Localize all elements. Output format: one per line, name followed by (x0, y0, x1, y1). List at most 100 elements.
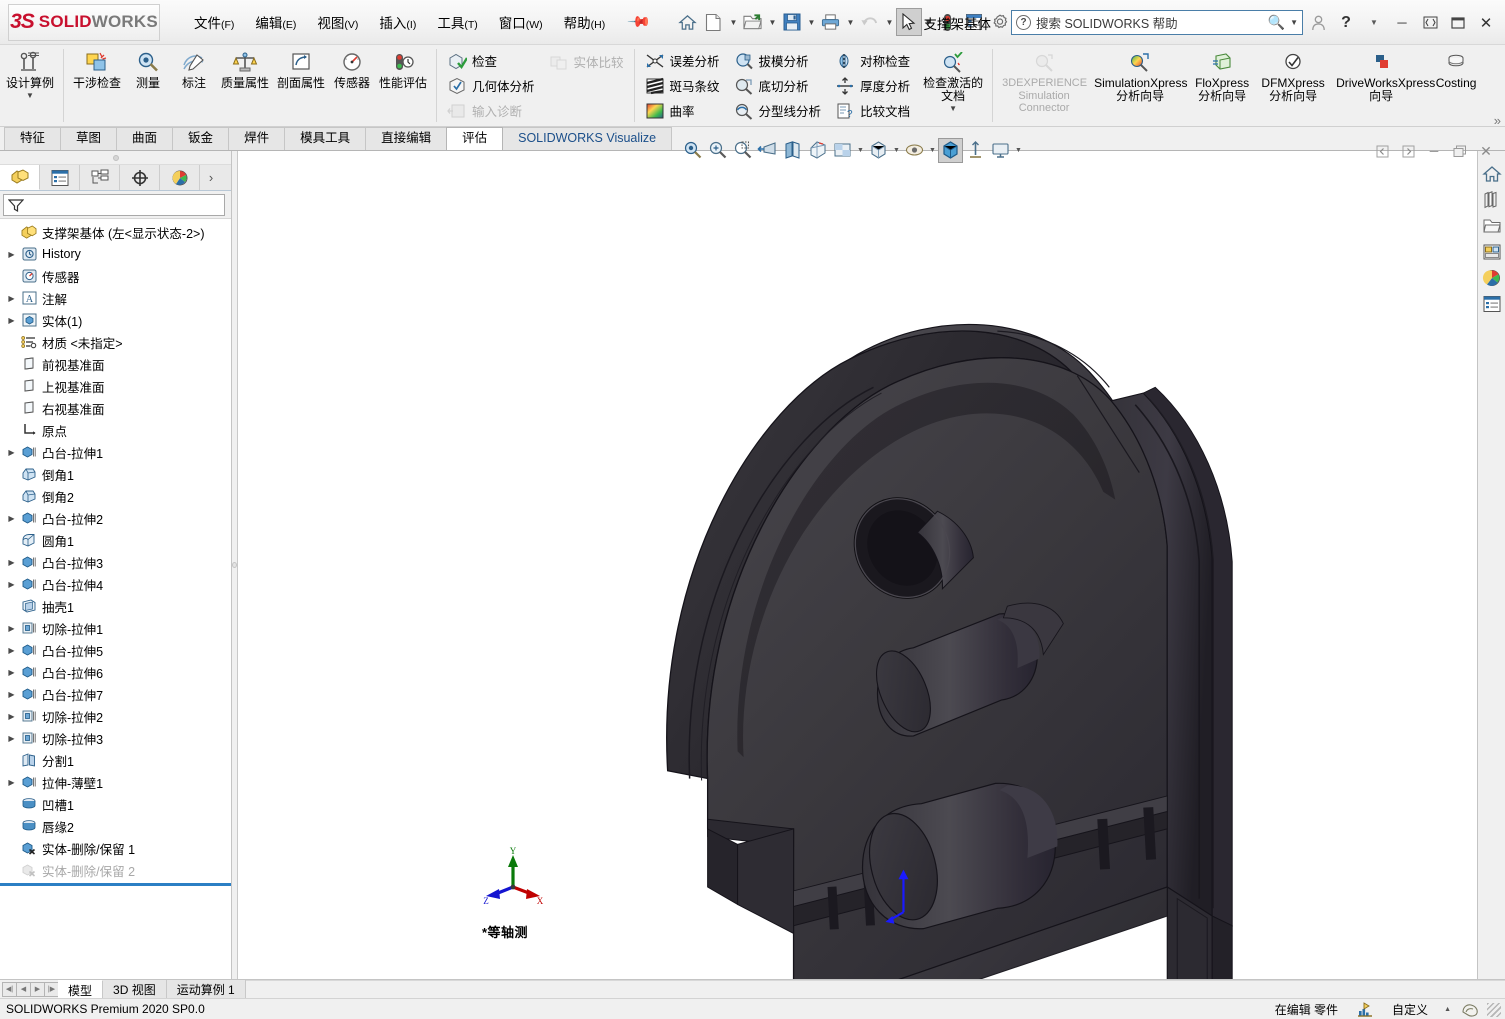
viewport-layout-icon[interactable] (988, 138, 1013, 163)
tab-3d-views[interactable]: 3D 视图 (103, 980, 167, 998)
design-library-icon[interactable] (1479, 187, 1505, 213)
tab-weldments[interactable]: 焊件 (228, 127, 286, 150)
tree-item-boss-extrude-6[interactable]: ▶ 凸台-拉伸6 (0, 661, 231, 683)
menu-edit[interactable]: 编辑(E) (245, 7, 306, 37)
deviation-analysis-button[interactable]: 误差分析 (641, 48, 724, 73)
tree-item-cut-extrude-3[interactable]: ▶ 切除-拉伸3 (0, 727, 231, 749)
check-active-document-caret-icon[interactable]: ▼ (949, 104, 957, 113)
last-tab-icon[interactable]: |▶ (44, 981, 59, 997)
zoom-to-area-icon[interactable] (705, 138, 730, 163)
interference-check-button[interactable]: 干涉检查 (69, 47, 125, 124)
tree-item-boss-extrude-3[interactable]: ▶ 凸台-拉伸3 (0, 551, 231, 573)
tree-expand-arrow[interactable]: ▶ (4, 668, 19, 677)
tree-item-boss-extrude-5[interactable]: ▶ 凸台-拉伸5 (0, 639, 231, 661)
tree-expand-arrow[interactable]: ▶ (4, 294, 19, 303)
restore-right-icon[interactable] (1397, 140, 1419, 162)
model-3d-render[interactable] (238, 151, 1477, 979)
previous-view-icon[interactable] (755, 138, 780, 163)
tab-motion-study[interactable]: 运动算例 1 (166, 980, 246, 998)
thickness-analysis-button[interactable]: 厚度分析 (831, 73, 914, 98)
tree-item-lip-2[interactable]: 唇缘2 (0, 815, 231, 837)
print-caret-icon[interactable]: ▼ (844, 8, 857, 36)
help-icon[interactable]: ? (1333, 9, 1359, 37)
tree-item-split-1[interactable]: 分割1 (0, 749, 231, 771)
new-document-icon[interactable] (701, 8, 727, 36)
tree-expand-arrow[interactable]: ▶ (4, 250, 19, 259)
import-diagnostics-button[interactable]: 输入诊断 (443, 98, 539, 123)
featuremanager-design-tree-tab[interactable] (0, 165, 40, 190)
status-custom-label[interactable]: 自定义 (1378, 1001, 1442, 1018)
ribbon-expand-icon[interactable]: » (1494, 113, 1501, 128)
undo-caret-icon[interactable]: ▼ (883, 8, 896, 36)
curvature-button[interactable]: 曲率 (641, 98, 724, 123)
dfmxpress-button[interactable]: DFMXpress 分析向导 (1254, 47, 1332, 124)
driveworksxpress-button[interactable]: DriveWorksXpress 向导 (1332, 47, 1435, 124)
home-icon[interactable] (675, 8, 701, 36)
save-icon[interactable] (779, 8, 805, 36)
file-explorer-icon[interactable] (1479, 213, 1505, 239)
3dexperience-simulation-connector-button[interactable]: 3DEXPERIENCE Simulation Connector (998, 47, 1090, 124)
resize-grip[interactable] (1487, 1002, 1501, 1017)
tree-expand-arrow[interactable]: ▶ (4, 734, 19, 743)
tree-item-boss-extrude-thin-1[interactable]: ▶ 拉伸-薄壁1 (0, 771, 231, 793)
tree-item-cut-extrude-2[interactable]: ▶ 切除-拉伸2 (0, 705, 231, 727)
tree-item-material[interactable]: 材质 <未指定> (0, 331, 231, 353)
symmetry-check-button[interactable]: 对称检查 (831, 48, 914, 73)
measure-button[interactable]: 测量 (125, 47, 171, 124)
mass-properties-button[interactable]: 质量属性 (217, 47, 273, 124)
search-input[interactable]: 搜索 SOLIDWORKS 帮助 (1036, 13, 1263, 32)
viewport-layout-caret-icon[interactable]: ▼ (1013, 138, 1024, 163)
first-tab-icon[interactable]: ◀| (2, 981, 17, 997)
status-custom-caret-icon[interactable]: ▲ (1442, 1006, 1457, 1013)
hide-show-items-caret-icon[interactable]: ▼ (927, 138, 938, 163)
next-tab-icon[interactable]: ▶ (30, 981, 45, 997)
draft-analysis-button[interactable]: 拔模分析 (730, 48, 826, 73)
property-manager-tab[interactable] (40, 165, 80, 190)
zoom-in-out-icon[interactable] (730, 138, 755, 163)
restore-window-button[interactable] (1417, 9, 1443, 37)
tree-item-delete-body-2[interactable]: 实体-删除/保留 2 (0, 859, 231, 881)
performance-evaluation-button[interactable]: 性能评估 (375, 47, 431, 124)
tree-item-boss-extrude-7[interactable]: ▶ 凸台-拉伸7 (0, 683, 231, 705)
tree-item-top-plane[interactable]: 上视基准面 (0, 375, 231, 397)
design-study-button[interactable]: 设计算例 ▼ (2, 47, 58, 124)
minimize-doc-icon[interactable]: ─ (1423, 140, 1445, 162)
check-active-document-button[interactable]: 检查激活的文档 ▼ (919, 47, 987, 124)
menu-view[interactable]: 视图(V) (307, 7, 368, 37)
user-account-icon[interactable] (1305, 9, 1331, 37)
search-box[interactable]: ? 搜索 SOLIDWORKS 帮助 🔍 ▼ (1011, 10, 1303, 35)
print-icon[interactable] (818, 8, 844, 36)
tree-expand-arrow[interactable]: ▶ (4, 316, 19, 325)
floxpress-button[interactable]: FloXpress 分析向导 (1190, 47, 1254, 124)
panel-grip[interactable] (0, 151, 231, 165)
open-folder-caret-icon[interactable]: ▼ (766, 8, 779, 36)
restore-left-icon[interactable] (1371, 140, 1393, 162)
view-settings-caret-icon[interactable]: ▼ (855, 138, 866, 163)
tree-item-annotations[interactable]: ▶ A 注解 (0, 287, 231, 309)
tree-item-history[interactable]: ▶ History (0, 243, 231, 265)
zoom-to-fit-icon[interactable] (680, 138, 705, 163)
tree-item-delete-body-1[interactable]: 实体-删除/保留 1 (0, 837, 231, 859)
tab-mold-tools[interactable]: 模具工具 (284, 127, 367, 150)
tree-item-shell-1[interactable]: 抽壳1 (0, 595, 231, 617)
menu-insert[interactable]: 插入(I) (369, 7, 426, 37)
pin-icon[interactable]: 📌 (627, 9, 653, 35)
appearances-scenes-decals-icon[interactable] (1479, 265, 1505, 291)
tab-surfaces[interactable]: 曲面 (116, 127, 174, 150)
menu-window[interactable]: 窗口(W) (489, 7, 553, 37)
design-study-caret-icon[interactable]: ▼ (26, 91, 34, 100)
tree-item-origin[interactable]: 原点 (0, 419, 231, 441)
costing-button[interactable]: Costing (1430, 47, 1482, 124)
dimxpert-manager-tab[interactable] (120, 165, 160, 190)
minimize-window-button[interactable]: ─ (1389, 9, 1415, 37)
apply-scene-icon[interactable] (938, 137, 963, 163)
help-caret-icon[interactable]: ▼ (1361, 9, 1387, 37)
view-settings-light-icon[interactable] (963, 138, 988, 163)
sensor-button[interactable]: 传感器 (329, 47, 375, 124)
tab-solidworks-visualize[interactable]: SOLIDWORKS Visualize (502, 127, 673, 150)
section-view-icon[interactable] (780, 138, 805, 163)
tree-expand-arrow[interactable]: ▶ (4, 558, 19, 567)
tree-item-groove-1[interactable]: 凹槽1 (0, 793, 231, 815)
tree-expand-arrow[interactable]: ▶ (4, 778, 19, 787)
restore-doc-icon[interactable] (1449, 140, 1471, 162)
